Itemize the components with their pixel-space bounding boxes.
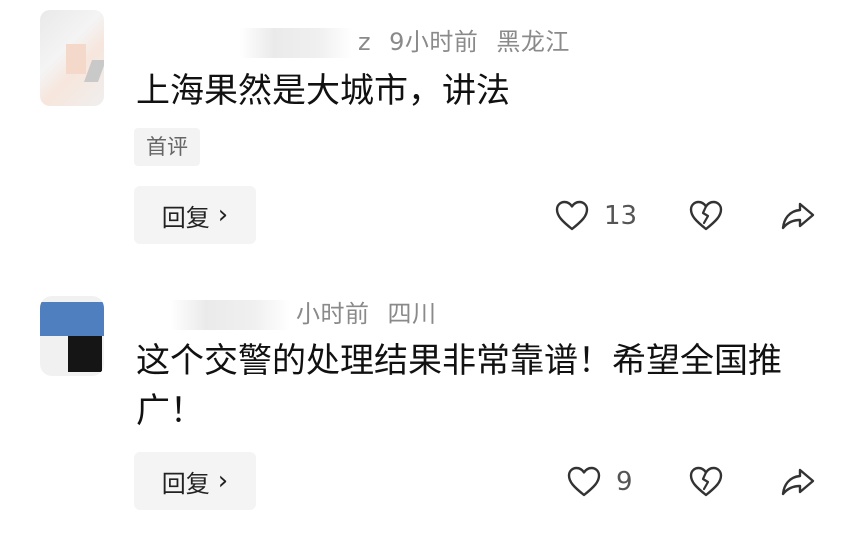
comment-item: z 9小时前 黑龙江 上海果然是大城市，讲法 首评 回复 › 13 (0, 0, 864, 260)
comment-actions: 13 (0, 186, 864, 244)
avatar-image-part (40, 302, 104, 336)
share-icon[interactable] (780, 198, 816, 234)
comment-time: 小时前 (296, 300, 370, 328)
first-comment-badge: 首评 (134, 128, 200, 166)
like-count: 9 (616, 467, 633, 497)
share-icon[interactable] (780, 464, 816, 500)
comment-actions: 9 (0, 452, 864, 510)
blurred-username (170, 300, 290, 330)
comment-location: 黑龙江 (496, 28, 570, 56)
avatar-image-part (66, 44, 86, 74)
comment-text: 上海果然是大城市，讲法 (136, 71, 510, 111)
avatar-image-part (68, 336, 102, 372)
heart-icon[interactable] (554, 198, 590, 234)
comment-item: 小时前 四川 这个交警的处理结果非常靠谱！希望全国推广！ 回复 › 9 (0, 262, 864, 534)
avatar[interactable] (40, 10, 104, 106)
broken-heart-icon[interactable] (688, 464, 724, 500)
comment-meta: 小时前 四川 (170, 294, 437, 330)
comment-text: 这个交警的处理结果非常靠谱！希望全国推广！ (136, 341, 782, 431)
avatar[interactable] (40, 296, 104, 376)
blurred-username (240, 28, 352, 58)
comment-location: 四川 (387, 300, 437, 328)
username-suffix[interactable]: z (358, 28, 371, 56)
comment-meta: z 9小时前 黑龙江 (240, 22, 570, 58)
comment-time: 9小时前 (389, 28, 479, 56)
avatar-image-part (83, 60, 104, 82)
like-count: 13 (604, 201, 638, 231)
heart-icon[interactable] (566, 464, 602, 500)
broken-heart-icon[interactable] (688, 198, 724, 234)
